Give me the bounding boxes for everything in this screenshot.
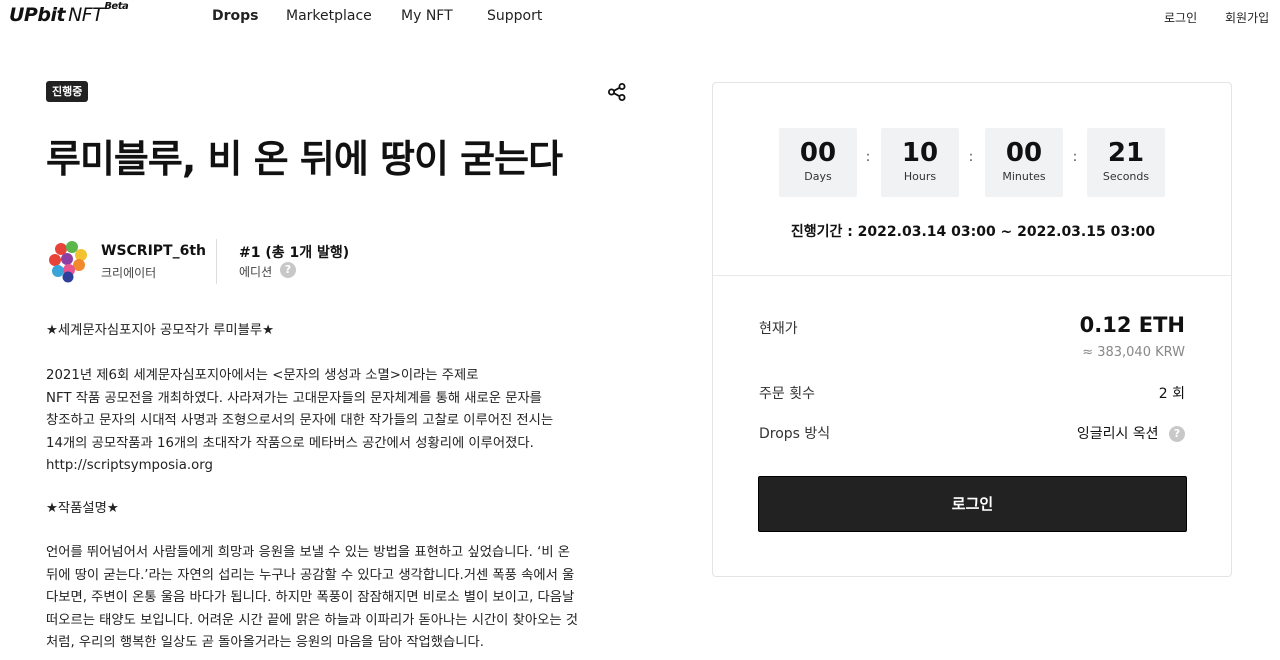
countdown-separator: : <box>1072 149 1078 165</box>
countdown-seconds: 21 Seconds <box>1087 128 1165 197</box>
method-help-icon[interactable]: ? <box>1169 426 1185 442</box>
description-paragraph-1: 2021년 제6회 세계문자심포지아에서는 <문자의 생성과 소멸>이라는 주제… <box>46 365 553 478</box>
header-signup-link[interactable]: 회원가입 <box>1225 9 1269 26</box>
top-navigation: UPbit NFTBeta Drops Marketplace My NFT Su… <box>0 0 1280 34</box>
nav-drops[interactable]: Drops <box>212 8 259 24</box>
drop-info-panel: 00 Days : 10 Hours : 00 Minutes : 21 Sec… <box>712 82 1232 577</box>
drops-method-value: 잉글리시 옥션 <box>1076 426 1159 442</box>
login-button[interactable]: 로그인 <box>758 476 1187 532</box>
drop-title: 루미블루, 비 온 뒤에 땅이 굳는다 <box>46 137 563 181</box>
creator-avatar[interactable] <box>47 241 89 283</box>
countdown-minutes-value: 00 <box>1005 138 1043 168</box>
status-badge: 진행중 <box>46 81 89 102</box>
countdown-seconds-value: 21 <box>1107 138 1145 168</box>
share-icon[interactable] <box>607 82 627 102</box>
upbit-nft-logo[interactable]: UPbit NFTBeta <box>9 1 129 26</box>
edition-number: #1 (총 1개 발행) <box>239 245 350 261</box>
countdown-days: 00 Days <box>779 128 857 197</box>
current-price-value: 0.12 ETH <box>1079 313 1185 337</box>
description-line: 2021년 제6회 세계문자심포지아에서는 <문자의 생성과 소멸>이라는 주제… <box>46 368 479 383</box>
creator-name[interactable]: WSCRIPT_6th <box>101 243 206 259</box>
countdown-hours: 10 Hours <box>881 128 959 197</box>
logo-upbit: UPbit <box>9 4 66 26</box>
description-heading: ★세계문자심포지아 공모작가 루미블루★ <box>46 323 275 338</box>
countdown-separator: : <box>968 149 974 165</box>
description-line: 창조하고 문자의 시대적 사명과 조형으로서의 문자에 대한 작가들의 고찰로 … <box>46 413 554 428</box>
current-price-krw: ≈ 383,040 KRW <box>1082 345 1185 360</box>
countdown-days-label: Days <box>804 170 832 183</box>
order-count-label: 주문 횟수 <box>759 386 815 402</box>
countdown-separator: : <box>865 149 871 165</box>
artwork-heading: ★작품설명★ <box>46 501 119 516</box>
nav-support[interactable]: Support <box>487 8 542 24</box>
current-price-label: 현재가 <box>759 321 798 337</box>
countdown-hours-value: 10 <box>901 138 939 168</box>
creator-role: 크리에이터 <box>101 266 157 280</box>
nav-my-nft[interactable]: My NFT <box>401 8 453 24</box>
countdown-minutes-label: Minutes <box>1002 170 1046 183</box>
description-line: NFT 작품 공모전을 개최하였다. 사라져가는 고대문자들의 문자체계를 통해… <box>46 390 542 406</box>
drop-period: 진행기간 : 2022.03.14 03:00 ~ 2022.03.15 03:… <box>790 224 1156 240</box>
drops-method: 잉글리시 옥션 ? <box>1077 423 1185 443</box>
description-link[interactable]: http://scriptsymposia.org <box>46 455 553 478</box>
description-line: 뒤에 땅이 굳는다.’라는 자연의 섭리는 누구나 공감할 수 있다고 생각합니… <box>46 567 575 583</box>
panel-divider <box>713 275 1231 276</box>
edition-label: 에디션 <box>239 265 273 279</box>
countdown-minutes: 00 Minutes <box>985 128 1063 197</box>
description-paragraph-2: 언어를 뛰어넘어서 사람들에게 희망과 응원을 보낼 수 있는 방법을 표현하고… <box>46 542 578 655</box>
drops-method-label: Drops 방식 <box>759 426 831 442</box>
description-line: 떠오르는 태양도 보입니다. 어려운 시간 끝에 맑은 하늘과 이파리가 돋아나… <box>46 612 579 628</box>
description-line: 다보면, 주변이 온통 울음 바다가 됩니다. 하지만 폭풍이 잠잠해지면 비로… <box>46 590 575 605</box>
edition-help-icon[interactable]: ? <box>280 262 296 278</box>
nav-marketplace[interactable]: Marketplace <box>286 8 372 24</box>
countdown-days-value: 00 <box>799 138 837 168</box>
countdown-hours-label: Hours <box>903 170 937 183</box>
countdown-seconds-label: Seconds <box>1102 170 1150 183</box>
description-line: 14개의 공모작품과 16개의 초대작가 작품으로 메타버스 공간에서 성황리에… <box>46 435 534 451</box>
divider <box>216 239 217 284</box>
logo-nft: NFT <box>68 4 104 26</box>
order-count-value: 2 회 <box>1158 386 1185 402</box>
description-line: 언어를 뛰어넘어서 사람들에게 희망과 응원을 보낼 수 있는 방법을 표현하고… <box>46 545 571 560</box>
logo-beta: Beta <box>104 1 129 12</box>
description-line: 처럼, 우리의 행복한 일상도 곧 돌아올거라는 응원의 마음을 담아 작업했습… <box>46 635 484 650</box>
header-login-link[interactable]: 로그인 <box>1164 9 1197 26</box>
